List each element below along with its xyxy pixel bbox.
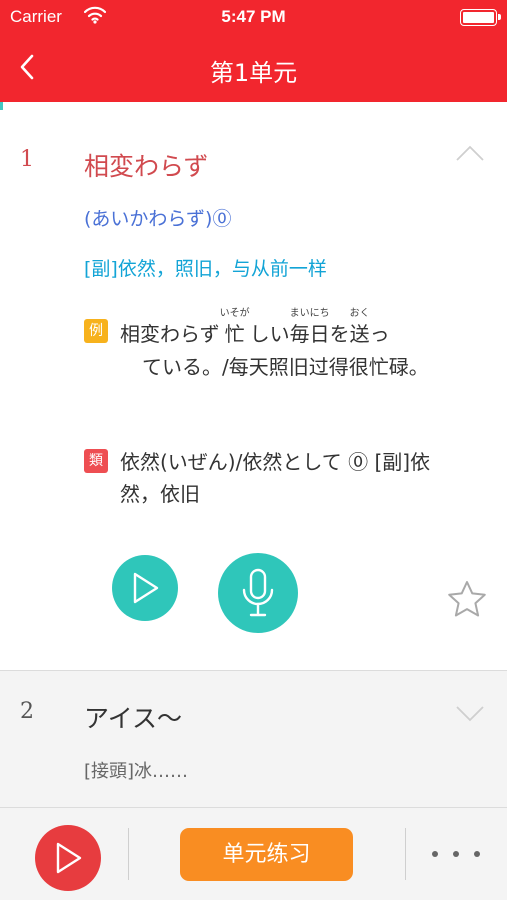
status-bar: Carrier 5:47 PM [0, 0, 507, 36]
similar-tag: 類 [84, 449, 108, 473]
example-text: しい [249, 322, 290, 346]
entry-meaning: [接頭]冰…… [84, 761, 189, 782]
accent-strip [0, 102, 3, 110]
play-icon [56, 842, 82, 874]
entry-number: 2 [20, 699, 34, 724]
bottom-toolbar: 单元练习 [0, 807, 507, 900]
entry-reading: (あいかわらず)⓪ [84, 208, 232, 230]
play-icon [133, 572, 159, 604]
page-title: 第1单元 [209, 59, 298, 87]
similar-words: 依然(いぜん)/依然として ⓪ [副]依然，依旧 [120, 450, 431, 506]
toolbar-separator [128, 828, 129, 880]
chevron-down-icon[interactable] [455, 704, 485, 722]
battery-nub [498, 14, 501, 20]
kanji: 毎 [289, 322, 310, 346]
star-icon[interactable] [445, 578, 489, 622]
record-button[interactable] [218, 553, 298, 633]
furigana: まい [289, 308, 310, 319]
unit-practice-button[interactable]: 单元练习 [180, 828, 353, 881]
play-all-button[interactable] [35, 825, 101, 891]
play-audio-button[interactable] [112, 555, 178, 621]
ruby-word: まい 毎 [290, 308, 310, 348]
kanji: 忙 [224, 322, 245, 346]
entry-number: 1 [20, 147, 34, 172]
ruby-word: おく 送 [350, 308, 370, 348]
entry-meaning: [副]依然，照旧，与从前一样 [84, 258, 327, 280]
dot [453, 851, 459, 857]
dot [432, 851, 438, 857]
ruby-word: にち 日 [310, 308, 330, 348]
example-tag: 例 [84, 319, 108, 343]
chevron-up-icon[interactable] [455, 144, 485, 162]
battery-icon [460, 9, 501, 26]
toolbar-separator [405, 828, 406, 880]
word-card-2[interactable]: 2 アイス～ [接頭]冰…… [0, 671, 507, 807]
microphone-icon [242, 568, 274, 617]
kanji: 日 [309, 322, 330, 346]
kanji: 送 [349, 322, 370, 346]
example-text: 相変わらず [120, 322, 220, 346]
example-text: っ [369, 322, 390, 346]
clock: 5:47 PM [221, 7, 286, 26]
battery-level [463, 12, 494, 23]
furigana: にち [309, 308, 330, 319]
nav-bar: 第1单元 [0, 36, 507, 102]
example-text: を [329, 322, 350, 346]
entry-word: アイス～ [84, 704, 183, 733]
more-dots-icon[interactable] [432, 842, 480, 866]
furigana: おく [349, 308, 370, 319]
example-text-rest: ている。/每天照旧过得很忙碌。 [142, 355, 429, 379]
example-sentence: 相変わらず いそが 忙 しい まい 毎 にち 日 を おく 送 っ ている。/每… [120, 298, 462, 382]
furigana: いそが [219, 308, 250, 319]
entry-word: 相変わらず [84, 152, 209, 181]
ruby-word: いそが 忙 [220, 308, 250, 348]
dot [474, 851, 480, 857]
word-card-1: 1 相変わらず (あいかわらず)⓪ [副]依然，照旧，与从前一样 例 相変わらず… [0, 110, 507, 670]
